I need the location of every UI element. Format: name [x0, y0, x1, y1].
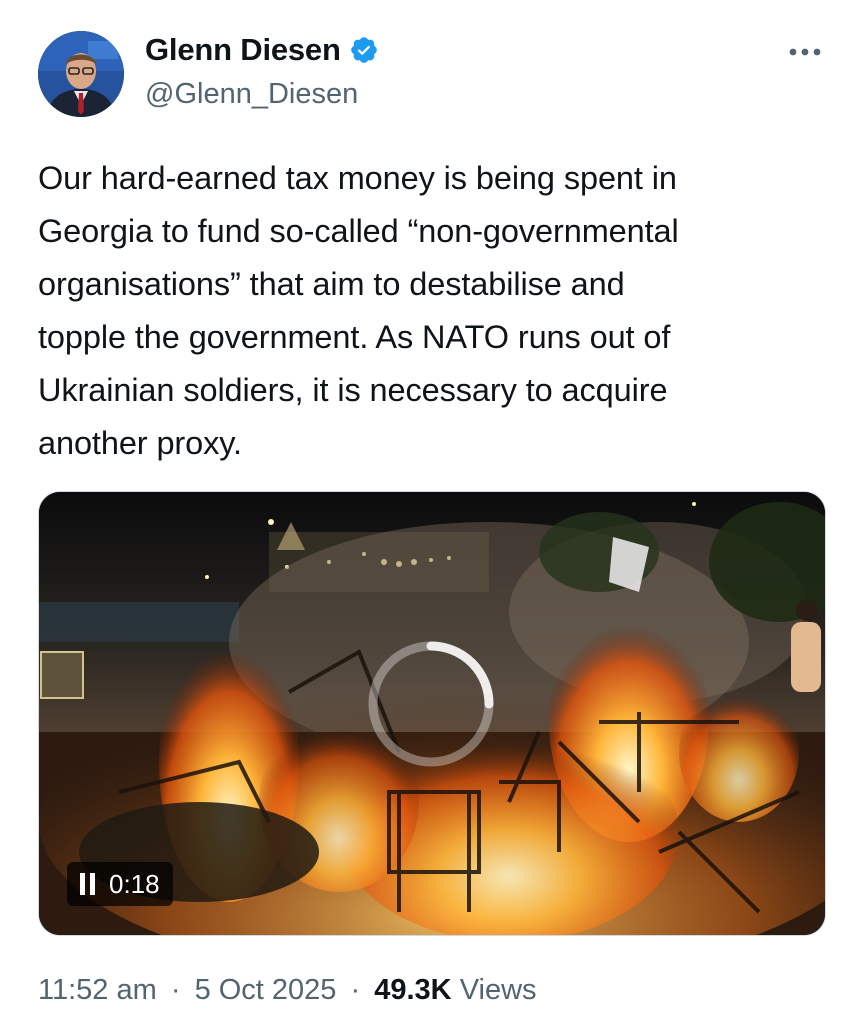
- video-player[interactable]: 0:18: [38, 491, 826, 936]
- tweet-meta: 11:52 am · 5 Oct 2025 · 49.3K Views: [38, 974, 537, 1007]
- author-display-name[interactable]: Glenn Diesen: [145, 32, 341, 68]
- avatar[interactable]: [38, 31, 124, 117]
- video-timer: 0:18: [67, 862, 173, 906]
- profile-photo: [38, 31, 124, 117]
- views-count[interactable]: 49.3K: [374, 974, 451, 1006]
- verified-badge-icon: [349, 35, 379, 65]
- author-name-row: Glenn Diesen: [145, 32, 379, 68]
- tweet-date[interactable]: 5 Oct 2025: [195, 974, 337, 1006]
- tweet-text: Our hard-earned tax money is being spent…: [38, 160, 679, 461]
- pause-icon[interactable]: [80, 873, 95, 895]
- views-label: Views: [459, 974, 537, 1006]
- tweet-time[interactable]: 11:52 am: [38, 974, 157, 1006]
- more-options-icon[interactable]: [785, 42, 825, 62]
- meta-separator: ·: [170, 974, 181, 1006]
- video-time: 0:18: [109, 868, 160, 899]
- meta-separator: ·: [350, 974, 361, 1006]
- author-handle[interactable]: @Glenn_Diesen: [145, 78, 358, 111]
